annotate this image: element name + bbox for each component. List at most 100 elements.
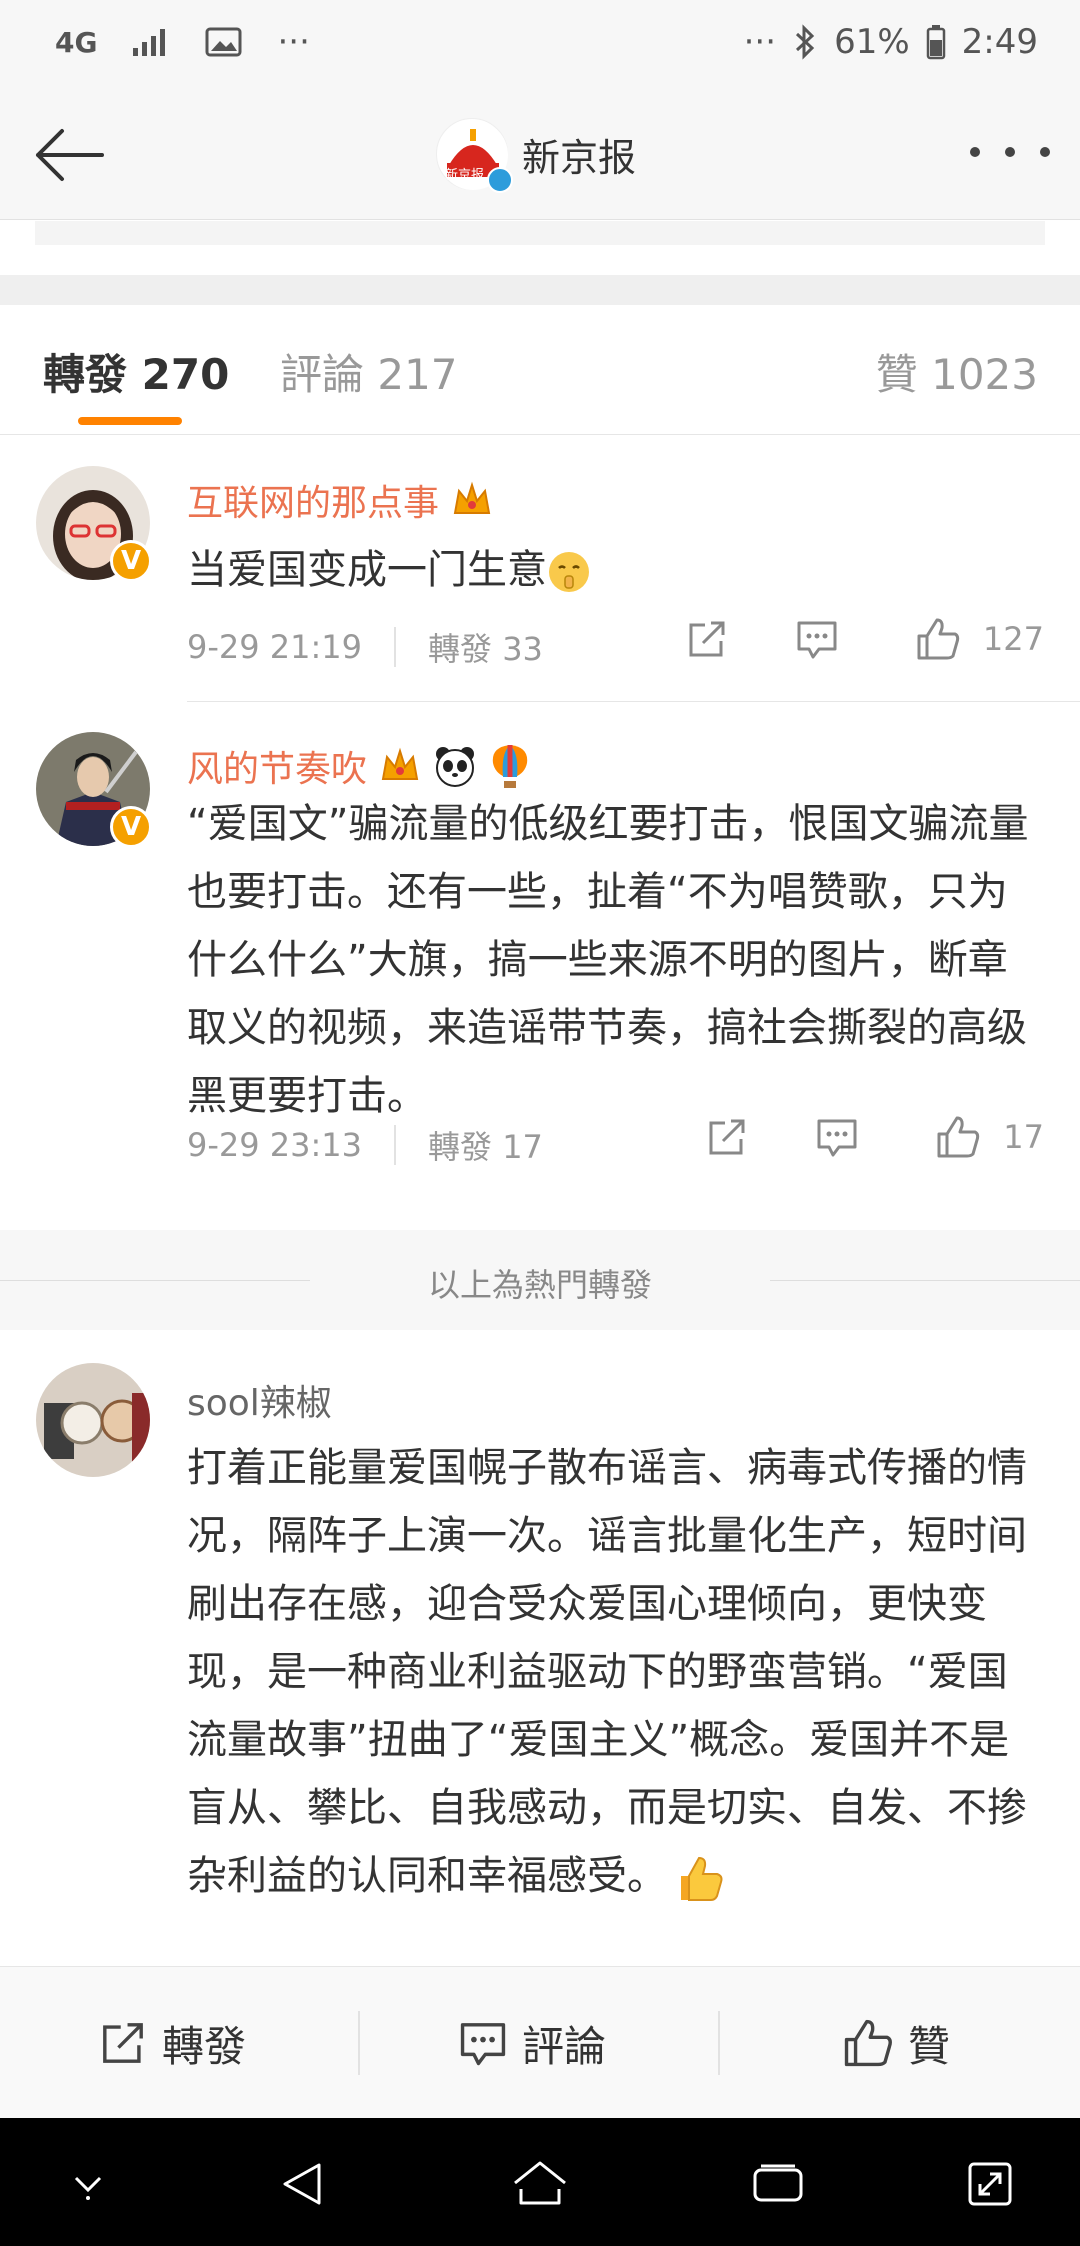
back-triangle-icon (283, 2163, 321, 2205)
share-icon (103, 2023, 143, 2063)
active-tab-indicator (78, 417, 182, 425)
status-bar: 4G ··· ··· 61% 2:49 (0, 0, 1080, 92)
more-menu-button[interactable] (970, 132, 1050, 172)
comment-icon (797, 621, 837, 659)
recent-apps-icon (753, 2164, 803, 2202)
hot-air-balloon-icon (489, 743, 531, 789)
like-button[interactable]: 17 (935, 1114, 1044, 1160)
tab-comment[interactable]: 評論 217 (280, 341, 458, 402)
network-4g-icon: 4G (55, 25, 98, 59)
signal-icon (131, 26, 171, 58)
battery-icon (926, 24, 946, 60)
hot-reposts-separator: 以上為熱門轉發 (0, 1230, 1080, 1330)
more-status-icon: ··· (743, 22, 777, 62)
repost-count[interactable]: 轉發 33 (428, 624, 543, 670)
separator-label: 以上為熱門轉發 (427, 1266, 652, 1304)
like-count: 127 (982, 620, 1044, 658)
share-button[interactable] (705, 1115, 749, 1159)
repost-item[interactable]: V 互联网的那点事 当爱国变成一门生意 9-29 21:19 轉發 33 127 (0, 436, 1080, 702)
more-notifications-icon: ··· (277, 22, 310, 62)
home-button[interactable] (510, 2154, 570, 2214)
comment-button[interactable] (795, 617, 839, 661)
repost-item[interactable]: V 风的节奏吹 “爱国文”骗流量的低级红要打击，恨国文骗流量也要打击。还有一些，… (0, 702, 1080, 1230)
bottom-action-bar: 轉發 評論 贊 (0, 1966, 1080, 2118)
username[interactable]: 互联网的那点事 (187, 474, 493, 526)
like-count: 17 (1003, 1118, 1044, 1156)
repost-actions: 127 (685, 616, 1044, 662)
crown-icon (379, 745, 421, 787)
comment-button[interactable]: 評論 (458, 1967, 606, 2119)
crown-icon (451, 479, 493, 521)
feedback-tabs: 轉發 270 評論 217 贊 1023 (0, 305, 1080, 435)
comment-icon (460, 2023, 506, 2066)
keyboard-hide-button[interactable] (58, 2154, 118, 2214)
avatar[interactable]: V (36, 466, 152, 582)
chevron-down-icon (74, 2176, 102, 2200)
comment-text: 当爱国变成一门生意 (187, 536, 1047, 604)
username-text: 互联网的那点事 (187, 483, 440, 524)
verified-badge-icon: V (110, 806, 152, 848)
battery-percent: 61% (834, 22, 910, 62)
divider (394, 1125, 397, 1165)
thumbs-up-icon (937, 1116, 980, 1158)
panda-icon (433, 744, 477, 788)
account-header[interactable]: 新京报 新京报 (436, 112, 636, 196)
section-gap (0, 275, 1080, 305)
comment-label: 評論 (522, 2021, 607, 2071)
avatar[interactable] (36, 1363, 150, 1477)
like-button[interactable]: 贊 (842, 1967, 950, 2119)
repost-meta: 9-29 21:19 轉發 33 (187, 624, 543, 670)
divider (718, 2011, 720, 2075)
repost-count[interactable]: 轉發 17 (428, 1122, 543, 1168)
username-text: 风的节奏吹 (187, 749, 368, 790)
thumbs-up-icon (844, 2019, 892, 2067)
avatar[interactable]: V (36, 732, 152, 848)
expand-icon (968, 2162, 1012, 2206)
system-navigation-bar (0, 2118, 1080, 2246)
repost-meta: 9-29 23:13 轉發 17 (187, 1122, 543, 1168)
share-icon (709, 1119, 745, 1155)
bluetooth-icon (792, 24, 818, 60)
username-text: sool辣椒 (187, 1383, 332, 1424)
divider (394, 627, 397, 667)
dot-icon (1005, 147, 1015, 157)
separator-line (770, 1280, 1080, 1281)
thumbs-up-icon (917, 618, 960, 660)
tab-repost[interactable]: 轉發 270 (43, 341, 229, 402)
timestamp: 9-29 21:19 (187, 628, 363, 666)
comment-icon (817, 1119, 857, 1157)
repost-item[interactable]: sool辣椒 打着正能量爱国幌子散布谣言、病毒式传播的情况，隔阵子上演一次。谣言… (0, 1330, 1080, 1966)
comment-body: 当爱国变成一门生意 (187, 547, 547, 593)
username[interactable]: sool辣椒 (187, 1374, 332, 1426)
timestamp: 9-29 23:13 (187, 1126, 363, 1164)
comment-text: “爱国文”骗流量的低级红要打击，恨国文骗流量也要打击。还有一些，扯着“不为唱赞歌… (187, 801, 1029, 1119)
dot-icon (970, 147, 980, 157)
avatar-image (36, 1363, 150, 1477)
dot-icon (1040, 147, 1050, 157)
comment-text: 打着正能量爱国幌子散布谣言、病毒式传播的情况，隔阵子上演一次。谣言批量化生产，短… (187, 1434, 1047, 1910)
expand-button[interactable] (960, 2154, 1020, 2214)
username[interactable]: 风的节奏吹 (187, 740, 531, 792)
shush-emoji-icon (547, 550, 591, 594)
account-avatar[interactable]: 新京报 (436, 118, 513, 193)
repost-actions: 17 (705, 1114, 1044, 1160)
comment-body: 打着正能量爱国幌子散布谣言、病毒式传播的情况，隔阵子上演一次。谣言批量化生产，短… (187, 1445, 1027, 1899)
recent-apps-button[interactable] (748, 2154, 808, 2214)
image-notification-icon (205, 26, 243, 58)
comment-button[interactable] (815, 1115, 859, 1159)
thumbs-up-emoji-icon (673, 1852, 725, 1904)
tab-like[interactable]: 贊 1023 (876, 341, 1038, 402)
back-button[interactable] (28, 120, 108, 190)
page-title: 新京报 (522, 135, 637, 180)
avatar-logo-text: 新京报 (445, 168, 485, 183)
repost-button[interactable]: 轉發 (98, 1967, 246, 2119)
verified-badge-icon: V (110, 540, 152, 582)
share-icon (689, 621, 725, 657)
share-button[interactable] (685, 617, 729, 661)
post-content-edge (35, 221, 1045, 245)
repost-label: 轉發 (162, 2021, 247, 2071)
divider (358, 2011, 360, 2075)
like-button[interactable]: 127 (915, 616, 1044, 662)
back-nav-button[interactable] (272, 2154, 332, 2214)
verified-badge-icon (487, 167, 513, 193)
